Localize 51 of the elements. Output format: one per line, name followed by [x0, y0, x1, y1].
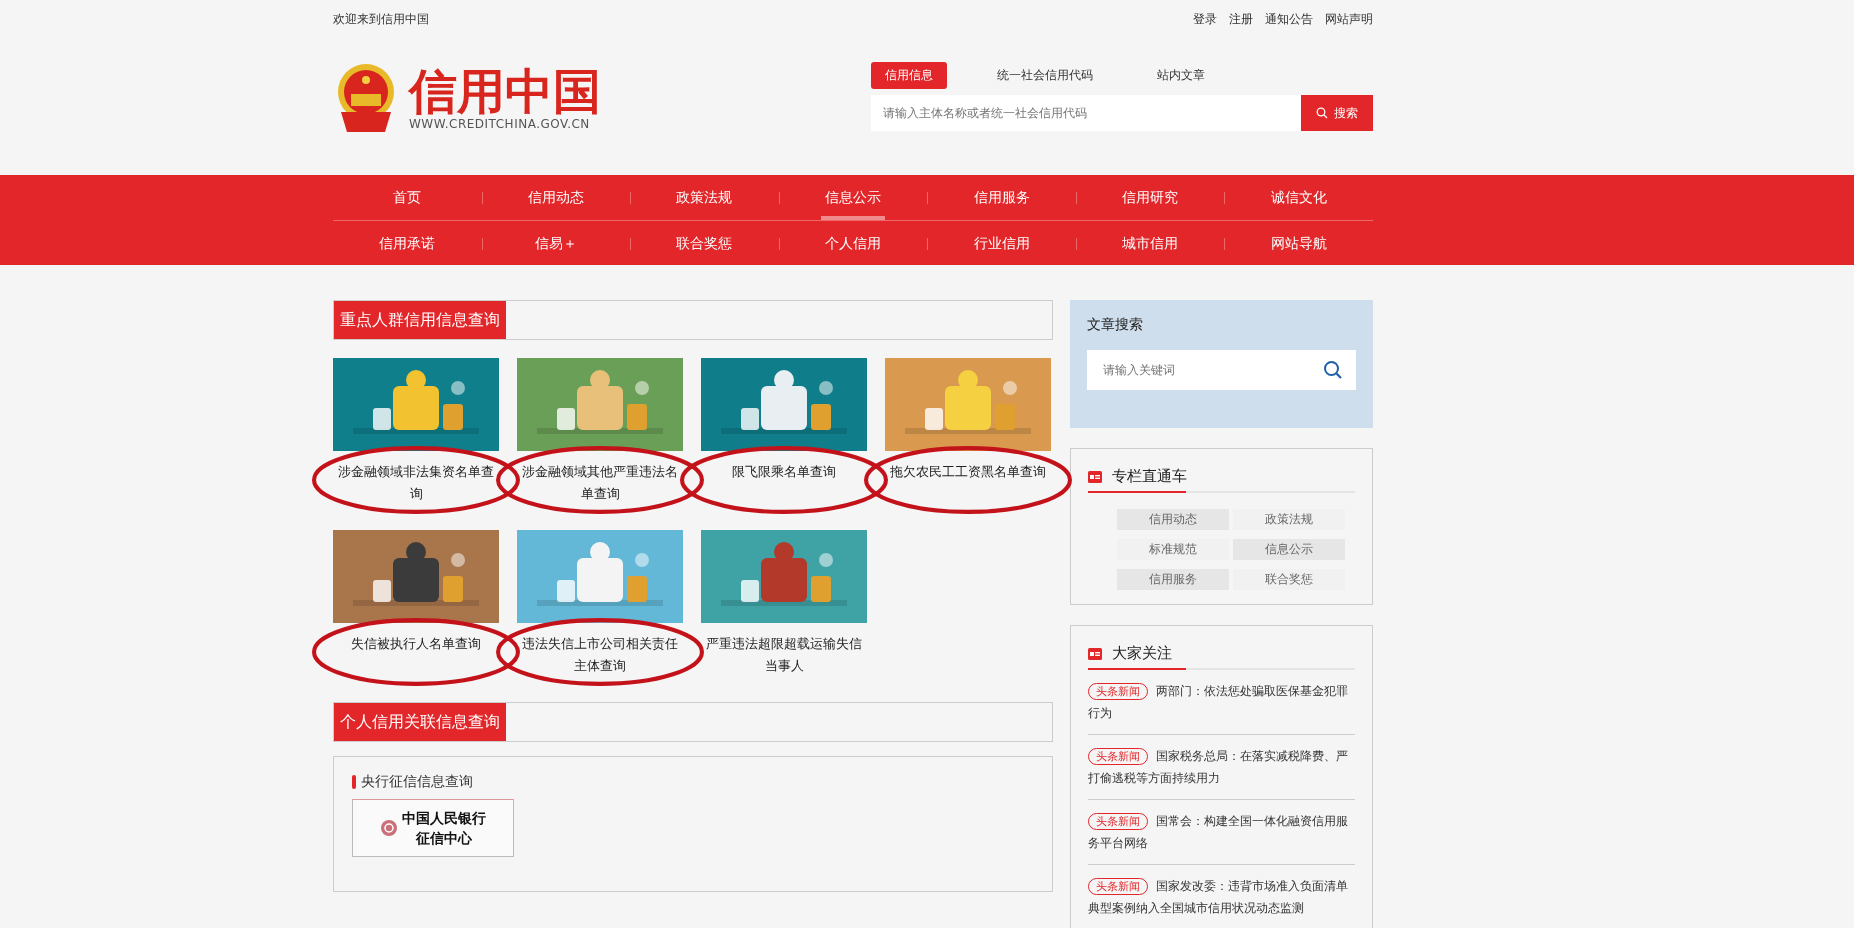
news-icon — [1088, 647, 1102, 660]
news-link[interactable]: 头条新闻 国家税务总局：在落实减税降费、严打偷逃税等方面持续用力 — [1088, 735, 1355, 800]
top-link[interactable]: 网站声明 — [1325, 10, 1373, 28]
search-button[interactable]: 搜索 — [1301, 95, 1373, 131]
nav-link[interactable]: 城市信用 — [1118, 221, 1183, 266]
nav-link[interactable]: 信用动态 — [523, 175, 588, 220]
nav-link[interactable]: 联合奖惩 — [672, 221, 737, 266]
welcome-text: 欢迎来到信用中国 — [333, 10, 429, 28]
nav-link[interactable]: 首页 — [389, 175, 426, 220]
top-link[interactable]: 登录 — [1193, 10, 1217, 28]
top-link[interactable]: 注册 — [1229, 10, 1253, 28]
column-link[interactable]: 标准规范 — [1117, 539, 1229, 560]
search-field[interactable]: 请输入主体名称或者统一社会信用代码 — [871, 95, 1301, 131]
keyword-field[interactable]: 请输入关键词 — [1087, 350, 1310, 390]
search-tab[interactable]: 信用信息 — [871, 62, 947, 89]
nav-link[interactable]: 信用服务 — [969, 175, 1034, 220]
column-link[interactable]: 信用服务 — [1117, 569, 1229, 590]
column-link[interactable]: 信用动态 — [1117, 509, 1229, 530]
search-icon — [1323, 360, 1343, 380]
section-title: 个人信用关联信息查询 — [334, 703, 506, 741]
news-icon — [1088, 470, 1102, 483]
nav-link[interactable]: 个人信用 — [821, 221, 885, 266]
panel-title: 文章搜索 — [1087, 316, 1144, 334]
panel-title: 大家关注 — [1112, 644, 1172, 663]
site-url: WWW.CREDITCHINA.GOV.CN — [409, 117, 591, 131]
section-title: 重点人群信用信息查询 — [334, 301, 506, 339]
nav-link[interactable]: 诚信文化 — [1266, 175, 1331, 220]
news-link[interactable]: 头条新闻 国常会：构建全国一体化融资信用服务平台网络 — [1088, 800, 1355, 865]
nav-link[interactable]: 信息公示 — [821, 175, 885, 220]
top-link[interactable]: 通知公告 — [1265, 10, 1313, 28]
seal-icon — [380, 819, 398, 837]
site-title: 信用中国 — [409, 65, 601, 117]
subsection-title: 央行征信信息查询 — [361, 773, 473, 791]
panel-title: 专栏直通车 — [1112, 467, 1187, 486]
column-link[interactable]: 政策法规 — [1233, 509, 1345, 530]
news-link[interactable]: 头条新闻 国家发改委：违背市场准入负面清单典型案例纳入全国城市信用状况动态监测 — [1088, 865, 1355, 928]
nav-link[interactable]: 信用承诺 — [375, 221, 440, 266]
nav-link[interactable]: 行业信用 — [969, 221, 1034, 266]
nav-link[interactable]: 信用研究 — [1118, 175, 1183, 220]
search-button[interactable] — [1310, 350, 1356, 390]
nav-link[interactable]: 政策法规 — [672, 175, 737, 220]
nav-link[interactable]: 信易＋ — [530, 221, 581, 266]
news-link[interactable]: 头条新闻 两部门：依法惩处骗取医保基金犯罪行为 — [1088, 670, 1355, 735]
column-link[interactable]: 信息公示 — [1233, 539, 1345, 560]
search-tab[interactable]: 站内文章 — [1143, 62, 1219, 89]
column-link[interactable]: 联合奖惩 — [1233, 569, 1345, 590]
nav-link[interactable]: 网站导航 — [1266, 221, 1331, 266]
search-tab[interactable]: 统一社会信用代码 — [983, 62, 1107, 89]
search-icon — [1316, 107, 1328, 119]
bank-link[interactable]: 中国人民银行 征信中心 — [352, 799, 514, 857]
query-link[interactable]: 严重违法超限超载运输失信当事人 — [701, 633, 867, 677]
